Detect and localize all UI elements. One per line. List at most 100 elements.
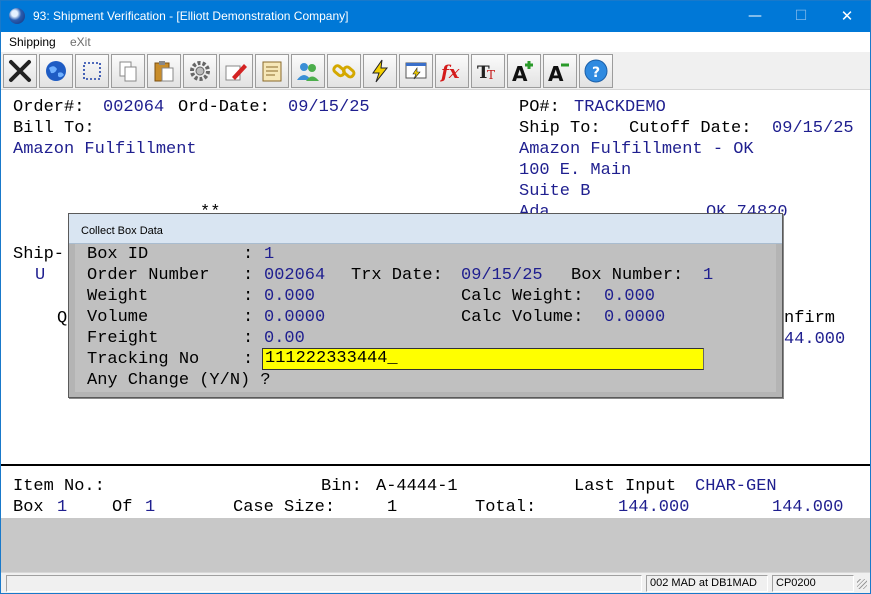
ship-to-line-1: Amazon Fulfillment - OK xyxy=(519,140,754,159)
box-id-value: 1 xyxy=(264,245,275,264)
close-icon xyxy=(9,60,31,82)
font-increase-tool-button[interactable]: A xyxy=(507,54,541,88)
confirm-partial-label: nfirm xyxy=(784,309,836,328)
box-id-colon: : xyxy=(243,245,254,264)
settings-tool-button[interactable] xyxy=(183,54,217,88)
menu-exit[interactable]: eXit xyxy=(70,35,91,49)
paste-icon xyxy=(154,61,174,82)
box-value: 1 xyxy=(57,498,68,517)
edit-tool-button[interactable] xyxy=(219,54,253,88)
font-tool-button[interactable]: TT xyxy=(471,54,505,88)
any-change-prompt: Any Change (Y/N) ? xyxy=(87,371,271,390)
message-area xyxy=(1,518,870,572)
volume-value: 0.0000 xyxy=(264,308,326,327)
fx-icon: fx xyxy=(439,62,460,83)
last-input-value: CHAR-GEN xyxy=(695,477,777,496)
link-icon xyxy=(332,64,356,79)
svg-text:fx: fx xyxy=(439,62,460,83)
calc-volume-value: 0.0000 xyxy=(604,308,666,327)
tracking-no-colon: : xyxy=(243,350,254,369)
of-label: Of xyxy=(112,498,133,517)
calc-volume-label: Calc Volume: xyxy=(461,308,584,327)
toolbar: fx TT A A ? xyxy=(1,52,870,90)
close-window-button[interactable]: ✕ xyxy=(824,1,870,32)
bill-to-name: Amazon Fulfillment xyxy=(13,140,197,159)
minimize-button[interactable]: — xyxy=(732,1,778,32)
ship-via-partial-label: Ship- xyxy=(13,245,65,264)
ship-to-line-3: Suite B xyxy=(519,182,591,201)
window-title: 93: Shipment Verification - [Elliott Dem… xyxy=(33,9,349,23)
select-icon xyxy=(83,62,101,80)
globe-icon xyxy=(46,61,66,81)
bill-to-label: Bill To: xyxy=(13,119,95,138)
lightning-tool-button[interactable] xyxy=(363,54,397,88)
globe-app-icon xyxy=(9,8,25,24)
dialog-title-bar: Collect Box Data xyxy=(69,214,782,244)
copy-tool-button[interactable] xyxy=(111,54,145,88)
resize-grip[interactable] xyxy=(857,579,867,589)
select-tool-button[interactable] xyxy=(75,54,109,88)
users-icon xyxy=(297,63,319,81)
po-label: PO#: xyxy=(519,98,560,117)
svg-text:?: ? xyxy=(592,65,600,81)
cutoff-date-value: 09/15/25 xyxy=(772,119,854,138)
font-decrease-tool-button[interactable]: A xyxy=(543,54,577,88)
case-size-value: 1 xyxy=(387,498,398,517)
total-value-2: 144.000 xyxy=(772,498,844,517)
menu-shipping[interactable]: Shipping xyxy=(9,35,56,49)
qty-partial-label: Q xyxy=(57,309,68,328)
ship-to-line-2: 100 E. Main xyxy=(519,161,632,180)
weight-value: 0.000 xyxy=(264,287,316,306)
box-number-value: 1 xyxy=(703,266,714,285)
link-tool-button[interactable] xyxy=(327,54,361,88)
total-value-1: 144.000 xyxy=(618,498,690,517)
box-number-label: Box Number: xyxy=(571,266,684,285)
cutoff-date-label: Cutoff Date: xyxy=(629,119,752,138)
of-value: 1 xyxy=(145,498,156,517)
last-input-label: Last Input xyxy=(574,477,677,496)
freight-colon: : xyxy=(243,329,254,348)
screen-tool-button[interactable] xyxy=(399,54,433,88)
fx-tool-button[interactable]: fx xyxy=(435,54,469,88)
app-window: 93: Shipment Verification - [Elliott Dem… xyxy=(0,0,871,594)
tracking-no-label: Tracking No xyxy=(87,350,200,369)
screen-icon xyxy=(405,62,427,80)
notes-tool-button[interactable] xyxy=(255,54,289,88)
lightning-icon xyxy=(372,59,389,83)
close-tool-button[interactable] xyxy=(3,54,37,88)
svg-text:T: T xyxy=(487,68,495,82)
font-icon: TT xyxy=(477,63,495,83)
freight-value: 0.00 xyxy=(264,329,305,348)
font-decrease-icon: A xyxy=(548,62,569,84)
help-tool-button[interactable]: ? xyxy=(579,54,613,88)
total-label: Total: xyxy=(475,498,537,517)
dialog-title: Collect Box Data xyxy=(81,225,163,237)
volume-label: Volume xyxy=(87,308,149,327)
confirm-qty-partial: 44.000 xyxy=(784,330,846,349)
bin-label: Bin: xyxy=(321,477,362,496)
tracking-no-input[interactable]: 111222333444_ xyxy=(262,348,704,370)
ord-date-value: 09/15/25 xyxy=(288,98,370,117)
freight-label: Freight xyxy=(87,329,159,348)
globe-tool-button[interactable] xyxy=(39,54,73,88)
users-tool-button[interactable] xyxy=(291,54,325,88)
edit-icon xyxy=(225,64,247,81)
font-increase-icon: A xyxy=(512,61,533,84)
item-no-label: Item No.: xyxy=(13,477,105,496)
paste-tool-button[interactable] xyxy=(147,54,181,88)
calc-weight-value: 0.000 xyxy=(604,287,656,306)
box-id-label: Box ID xyxy=(87,245,149,264)
ship-via-partial-value: U xyxy=(35,266,46,285)
status-program-field: CP0200 xyxy=(772,575,854,592)
trx-date-value: 09/15/25 xyxy=(461,266,543,285)
copy-icon xyxy=(119,61,137,82)
maximize-button[interactable]: ☐ xyxy=(778,1,824,32)
notes-icon xyxy=(262,61,282,82)
weight-label: Weight xyxy=(87,287,149,306)
menu-bar: Shipping eXit xyxy=(1,32,870,52)
calc-weight-label: Calc Weight: xyxy=(461,287,584,306)
bin-value: A-4444-1 xyxy=(376,477,458,496)
order-no-label: Order#: xyxy=(13,98,85,117)
box-label: Box xyxy=(13,498,44,517)
trx-date-label: Trx Date: xyxy=(351,266,443,285)
